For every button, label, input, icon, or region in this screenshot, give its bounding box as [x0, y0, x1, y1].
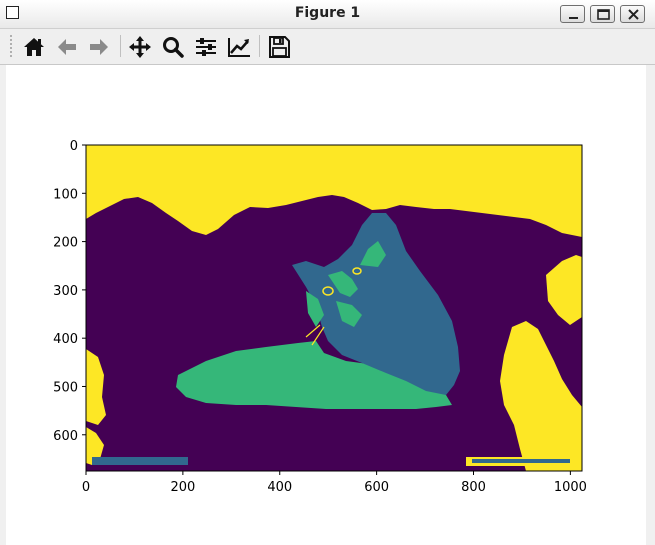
- forward-button[interactable]: [85, 33, 113, 60]
- x-axis: 0 200 400 600 800 1000: [82, 471, 587, 495]
- y-tick-label: 100: [53, 187, 78, 202]
- y-tick-label: 200: [53, 236, 78, 251]
- arrow-left-icon: [58, 39, 76, 55]
- sliders-icon: [196, 38, 216, 56]
- minimize-icon: [569, 17, 578, 19]
- floppy-disk-icon: [269, 36, 290, 58]
- watermark-left: [92, 457, 188, 465]
- y-tick-label: 500: [53, 380, 78, 395]
- title-bar[interactable]: Figure 1: [0, 0, 655, 29]
- magnifier-icon: [163, 37, 184, 58]
- line-chart-icon: [228, 38, 250, 57]
- window-border: [646, 65, 655, 545]
- x-tick-label: 800: [461, 480, 486, 495]
- x-tick-label: 400: [267, 480, 292, 495]
- y-axis: 0 100 200 300 400 500 600: [53, 139, 86, 444]
- figure-window: Figure 1 0 200 400 600 800 1000 0 100 20…: [0, 0, 655, 545]
- back-button[interactable]: [53, 33, 81, 60]
- image-display: [86, 145, 582, 471]
- axes[interactable]: 0 200 400 600 800 1000 0 100 200 300 400 500 600: [6, 65, 646, 545]
- configure-subplots-button[interactable]: [192, 33, 220, 60]
- window-title: Figure 1: [294, 5, 361, 21]
- move-icon: [129, 36, 151, 58]
- x-tick-label: 1000: [554, 480, 587, 495]
- watermark-right-text: [472, 459, 570, 463]
- close-button[interactable]: [620, 5, 645, 23]
- home-icon: [24, 38, 44, 56]
- toolbar-grip[interactable]: [10, 35, 16, 57]
- pan-button[interactable]: [126, 33, 154, 60]
- zoom-button[interactable]: [159, 33, 187, 60]
- maximize-icon: [597, 9, 610, 20]
- save-button[interactable]: [265, 33, 293, 60]
- y-tick-label: 600: [53, 429, 78, 444]
- toolbar-separator: [120, 35, 121, 57]
- y-tick-label: 300: [53, 284, 78, 299]
- edit-axis-button[interactable]: [225, 33, 253, 60]
- x-tick-label: 0: [82, 480, 90, 495]
- toolbar-separator: [259, 35, 260, 57]
- x-tick-label: 600: [364, 480, 389, 495]
- x-tick-label: 200: [170, 480, 195, 495]
- arrow-right-icon: [90, 39, 108, 55]
- minimize-button[interactable]: [560, 5, 585, 23]
- figure-canvas[interactable]: 0 200 400 600 800 1000 0 100 200 300 400 500 600: [6, 65, 646, 545]
- maximize-button[interactable]: [590, 5, 615, 23]
- y-tick-label: 0: [70, 139, 78, 154]
- close-icon: [628, 9, 639, 20]
- home-button[interactable]: [20, 33, 48, 60]
- navigation-toolbar: [0, 29, 655, 65]
- y-tick-label: 400: [53, 332, 78, 347]
